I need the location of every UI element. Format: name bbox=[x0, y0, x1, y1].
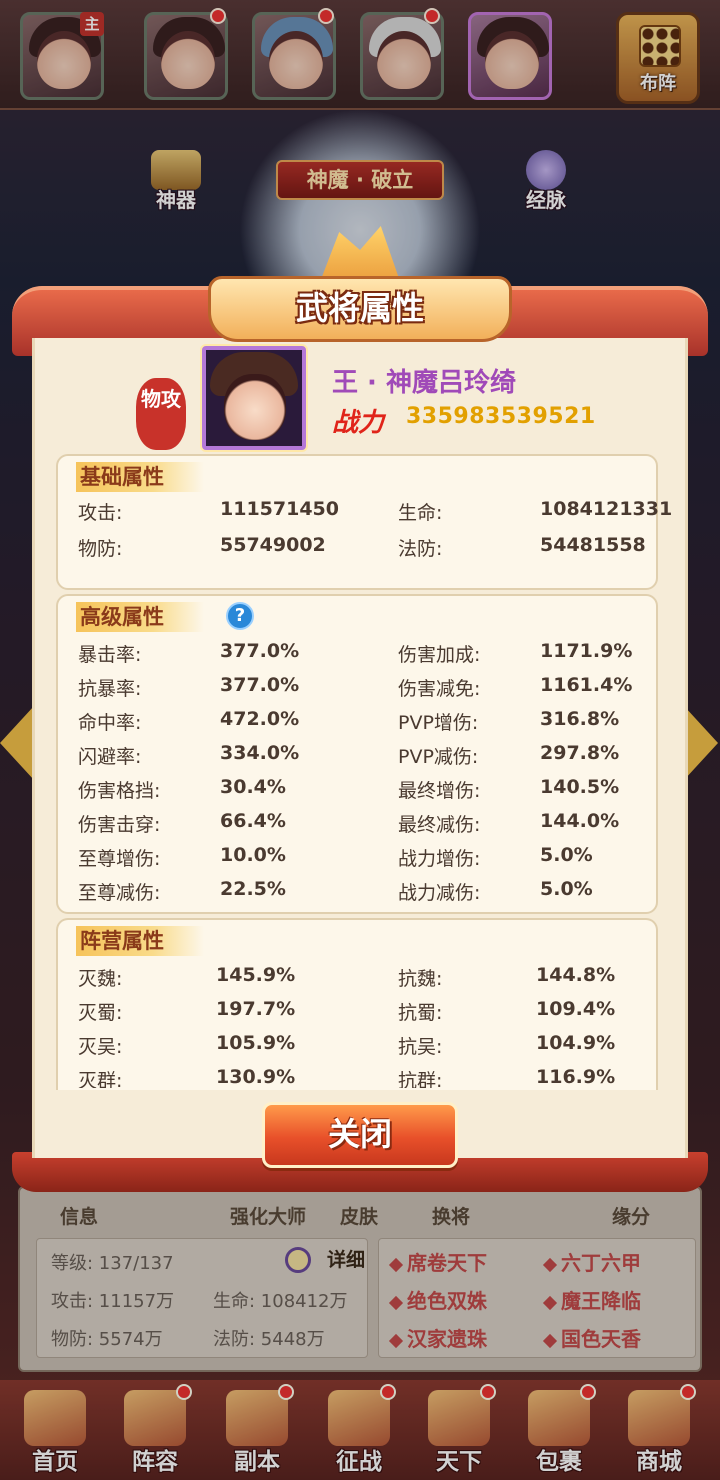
attr-label: 伤害击穿: bbox=[78, 814, 161, 836]
attr-value: 55749002 bbox=[220, 534, 326, 556]
attr-label: 物防: bbox=[78, 538, 123, 560]
attr-value: 145.9% bbox=[216, 964, 296, 986]
section-heading: 阵营属性 bbox=[76, 926, 204, 956]
faction-scroll-area[interactable]: 灭魏: 145.9% 抗魏: 144.8% 灭蜀: 197.7% 抗蜀: 109… bbox=[58, 960, 656, 1088]
attribute-row: 攻击: 111571450 生命: 1084121331 bbox=[78, 494, 672, 528]
attr-label: 抗魏: bbox=[398, 968, 443, 990]
avatar-face bbox=[224, 374, 286, 440]
attr-label: 灭吴: bbox=[78, 1036, 123, 1058]
attr-label: 战力增伤: bbox=[398, 848, 481, 870]
attr-label: 攻击: bbox=[78, 502, 123, 524]
attr-label: 战力减伤: bbox=[398, 882, 481, 904]
power-label: 战力 bbox=[332, 408, 385, 438]
hero-avatar bbox=[202, 346, 306, 450]
attribute-row: 伤害格挡: 30.4% 最终增伤: 140.5% bbox=[78, 772, 648, 806]
attr-value: 472.0% bbox=[220, 708, 300, 730]
attr-value: 1161.4% bbox=[540, 674, 633, 696]
help-icon[interactable]: ? bbox=[226, 602, 254, 630]
attr-label: 灭蜀: bbox=[78, 1002, 123, 1024]
attr-label: 伤害减免: bbox=[398, 678, 481, 700]
attr-value: 130.9% bbox=[216, 1066, 296, 1088]
attr-label: 命中率: bbox=[78, 712, 142, 734]
hero-name: 王 · 神魔吕玲绮 bbox=[332, 368, 516, 398]
attr-value: 144.8% bbox=[536, 964, 616, 986]
power-value: 335983539521 bbox=[406, 404, 596, 429]
attr-value: 104.9% bbox=[536, 1032, 616, 1054]
attr-label: 最终减伤: bbox=[398, 814, 481, 836]
attr-label: 法防: bbox=[398, 538, 443, 560]
attr-value: 10.0% bbox=[220, 844, 286, 866]
attr-value: 111571450 bbox=[220, 498, 339, 520]
attribute-row: 抗暴率: 377.0% 伤害减免: 1161.4% bbox=[78, 670, 648, 704]
attr-value: 54481558 bbox=[540, 534, 646, 556]
advanced-attributes-section: 高级属性 ? 暴击率: 377.0% 伤害加成: 1171.9% 抗暴率: 37… bbox=[56, 594, 658, 914]
attribute-row: 物防: 55749002 法防: 54481558 bbox=[78, 530, 648, 564]
attr-value: 316.8% bbox=[540, 708, 620, 730]
attribute-row: 闪避率: 334.0% PVP减伤: 297.8% bbox=[78, 738, 648, 772]
attr-label: 伤害格挡: bbox=[78, 780, 161, 802]
attribute-row: 灭吴: 105.9% 抗吴: 104.9% bbox=[78, 1028, 648, 1062]
attr-label: 抗吴: bbox=[398, 1036, 443, 1058]
attr-label: PVP增伤: bbox=[398, 712, 479, 734]
attr-value: 116.9% bbox=[536, 1066, 616, 1088]
attr-label: 最终增伤: bbox=[398, 780, 481, 802]
attr-value: 109.4% bbox=[536, 998, 616, 1020]
attr-value: 140.5% bbox=[540, 776, 620, 798]
attribute-row: 灭蜀: 197.7% 抗蜀: 109.4% bbox=[78, 994, 648, 1028]
attr-value: 22.5% bbox=[220, 878, 286, 900]
attr-label: 生命: bbox=[398, 502, 443, 524]
attr-value: 197.7% bbox=[216, 998, 296, 1020]
attribute-row: 暴击率: 377.0% 伤害加成: 1171.9% bbox=[78, 636, 648, 670]
attr-value: 66.4% bbox=[220, 810, 286, 832]
attr-value: 297.8% bbox=[540, 742, 620, 764]
class-seal: 物攻 bbox=[136, 378, 186, 450]
attribute-row: 灭魏: 145.9% 抗魏: 144.8% bbox=[78, 960, 648, 994]
attr-value: 30.4% bbox=[220, 776, 286, 798]
hero-attributes-modal: 武将属性 物攻 王 · 神魔吕玲绮 战力 335983539521 基础属性 攻… bbox=[12, 226, 708, 1196]
section-heading: 基础属性 bbox=[76, 462, 204, 492]
attribute-row: 至尊减伤: 22.5% 战力减伤: 5.0% bbox=[78, 874, 648, 908]
attr-label: 抗暴率: bbox=[78, 678, 142, 700]
attr-label: 暴击率: bbox=[78, 644, 142, 666]
attribute-row: 命中率: 472.0% PVP增伤: 316.8% bbox=[78, 704, 648, 738]
attr-label: PVP减伤: bbox=[398, 746, 479, 768]
basic-attributes-section: 基础属性 攻击: 111571450 生命: 1084121331 物防: 55… bbox=[56, 454, 672, 590]
attr-value: 334.0% bbox=[220, 742, 300, 764]
attr-value: 144.0% bbox=[540, 810, 620, 832]
attr-value: 105.9% bbox=[216, 1032, 296, 1054]
attr-label: 灭群: bbox=[78, 1070, 123, 1088]
attr-value: 377.0% bbox=[220, 674, 300, 696]
attr-label: 抗蜀: bbox=[398, 1002, 443, 1024]
attribute-row: 至尊增伤: 10.0% 战力增伤: 5.0% bbox=[78, 840, 648, 874]
attr-value: 5.0% bbox=[540, 878, 593, 900]
attribute-row: 伤害击穿: 66.4% 最终减伤: 144.0% bbox=[78, 806, 648, 840]
attr-label: 伤害加成: bbox=[398, 644, 481, 666]
attr-label: 至尊增伤: bbox=[78, 848, 161, 870]
attr-value: 1084121331 bbox=[540, 498, 673, 520]
attr-label: 灭魏: bbox=[78, 968, 123, 990]
attr-value: 377.0% bbox=[220, 640, 300, 662]
modal-title: 武将属性 bbox=[208, 276, 512, 342]
attr-value: 1171.9% bbox=[540, 640, 633, 662]
faction-attributes-section[interactable]: 阵营属性 灭魏: 145.9% 抗魏: 144.8% 灭蜀: 197.7% 抗蜀… bbox=[56, 918, 658, 1090]
close-button[interactable]: 关闭 bbox=[262, 1102, 458, 1168]
attr-label: 至尊减伤: bbox=[78, 882, 161, 904]
attr-label: 抗群: bbox=[398, 1070, 443, 1088]
attr-value: 5.0% bbox=[540, 844, 593, 866]
attribute-row: 灭群: 130.9% 抗群: 116.9% bbox=[78, 1062, 648, 1088]
attr-label: 闪避率: bbox=[78, 746, 142, 768]
section-heading: 高级属性 bbox=[76, 602, 204, 632]
